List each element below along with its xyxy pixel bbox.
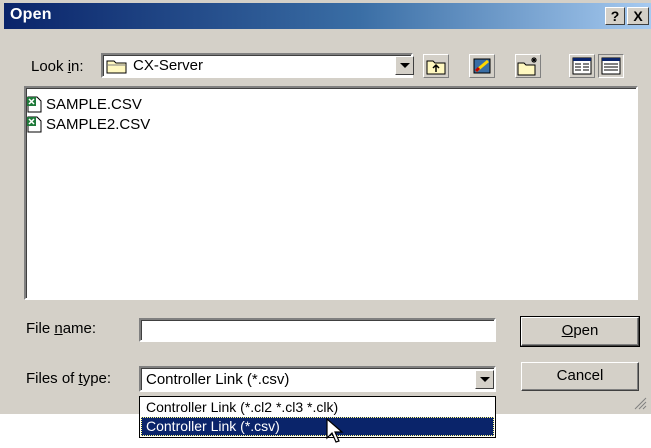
file-type-options[interactable]: Controller Link (*.cl2 *.cl3 *.clk) Cont… [139, 396, 496, 438]
look-in-value: CX-Server [133, 57, 204, 74]
file-type-label: Files of type: [26, 370, 112, 387]
file-type-value: Controller Link (*.csv) [146, 371, 290, 388]
size-grip-icon [634, 397, 647, 410]
desktop-button[interactable] [469, 54, 495, 78]
file-type-option-selected[interactable]: Controller Link (*.csv) [141, 417, 494, 436]
cancel-button[interactable]: Cancel [521, 362, 639, 391]
file-type-option[interactable]: Controller Link (*.cl2 *.cl3 *.clk) [141, 398, 494, 417]
open-button[interactable]: Open [520, 316, 640, 347]
new-folder-icon [517, 57, 537, 76]
window-title: Open [10, 6, 52, 23]
title-bar[interactable]: Open ? X [4, 3, 651, 29]
open-dialog: Open ? X Look in: CX-Server SAMPLE.CSV S… [0, 0, 651, 414]
up-one-level-icon [426, 60, 446, 75]
csv-file-icon [27, 116, 42, 133]
chevron-down-icon[interactable] [395, 56, 414, 75]
mouse-pointer-icon [326, 418, 344, 443]
look-in-dropdown[interactable]: CX-Server [101, 53, 414, 78]
file-type-dropdown[interactable]: Controller Link (*.csv) [139, 366, 496, 392]
list-view-button[interactable] [569, 54, 595, 78]
help-button[interactable]: ? [605, 7, 625, 25]
file-name-label: File name: [26, 320, 97, 337]
details-view-button[interactable] [598, 54, 624, 78]
up-one-level-button[interactable] [423, 54, 449, 78]
details-view-icon [601, 57, 621, 75]
folder-icon [106, 60, 127, 74]
file-name: SAMPLE2.CSV [46, 116, 151, 133]
desktop-icon [473, 58, 491, 74]
file-name-input[interactable] [139, 318, 496, 342]
csv-file-icon [27, 96, 42, 113]
close-button[interactable]: X [627, 7, 649, 25]
file-name: SAMPLE.CSV [46, 96, 142, 113]
new-folder-button[interactable] [515, 54, 541, 78]
file-list[interactable]: SAMPLE.CSV SAMPLE2.CSV [24, 86, 638, 300]
look-in-label: Look in: [31, 58, 84, 75]
list-view-icon [572, 57, 592, 75]
chevron-down-icon[interactable] [475, 370, 494, 389]
